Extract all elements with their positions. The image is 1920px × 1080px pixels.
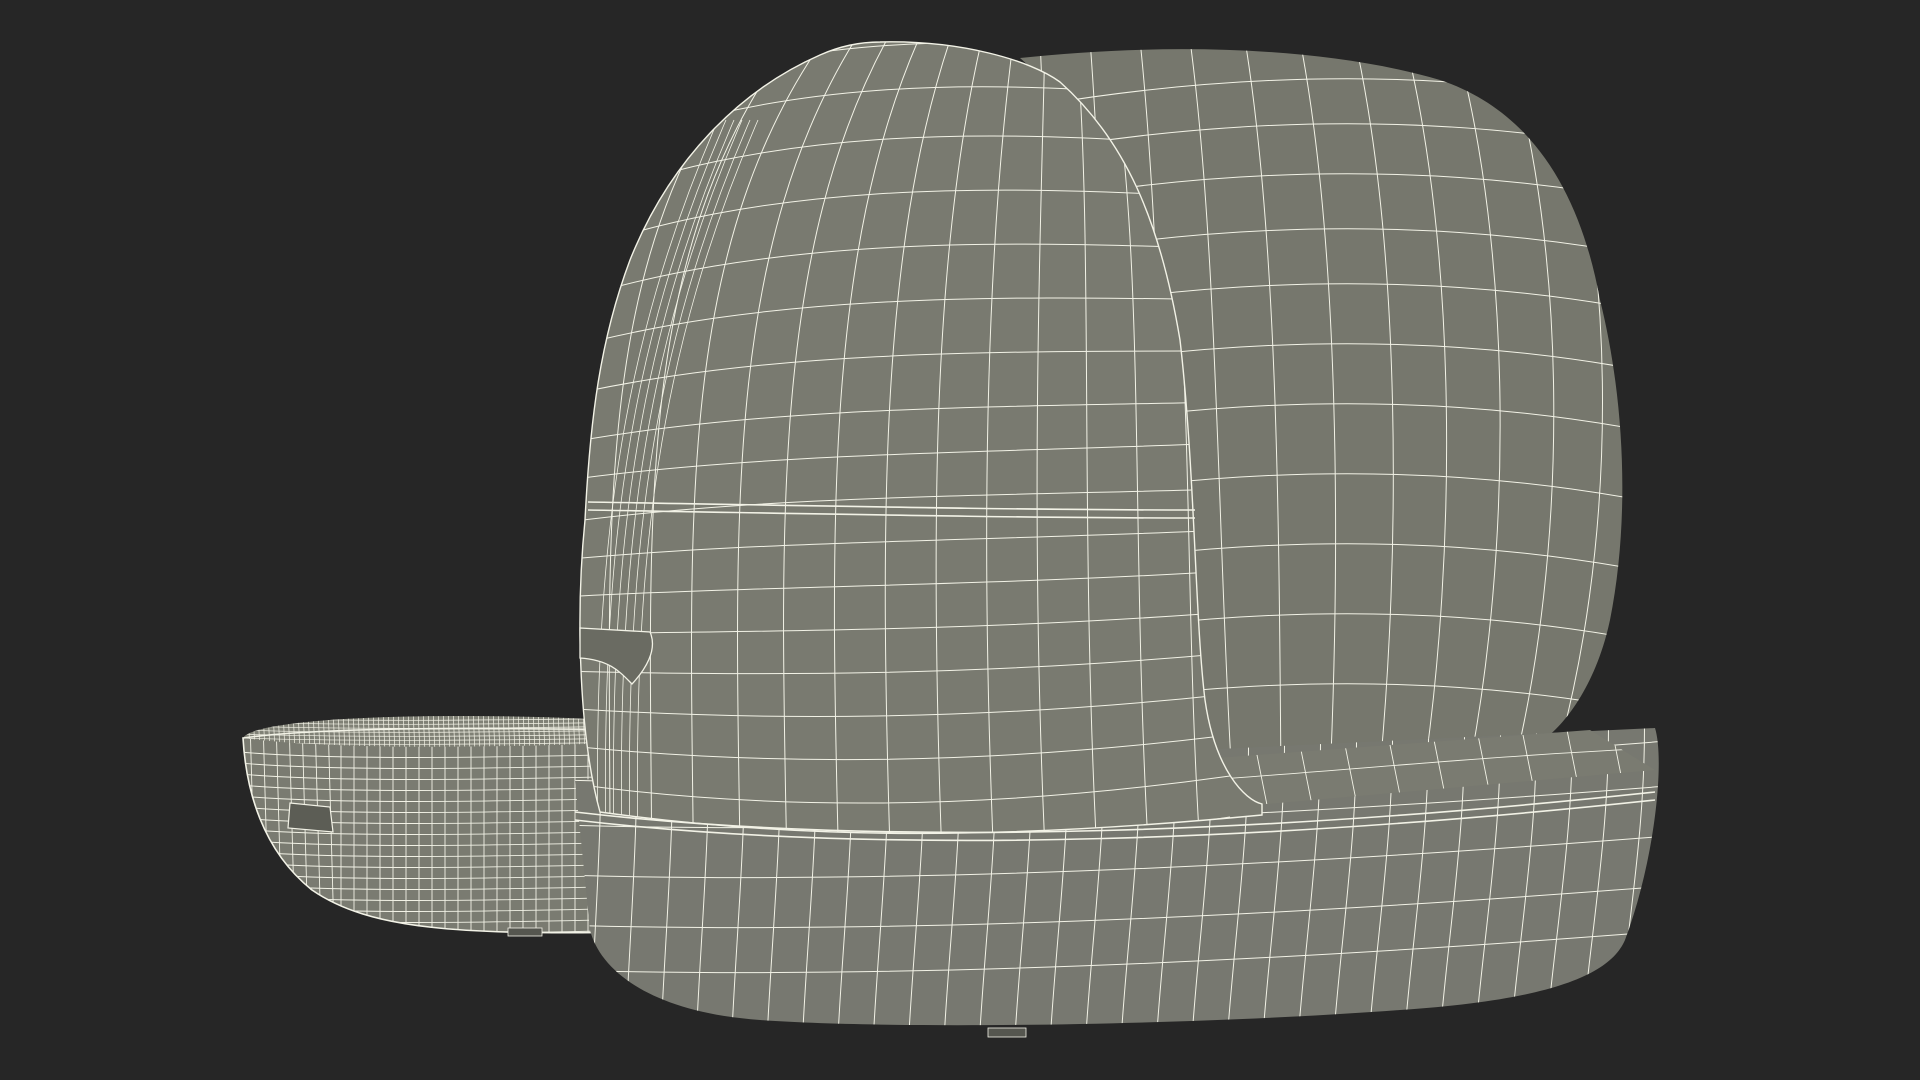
foot [987, 1027, 1027, 1038]
wireframe-scene [242, 41, 1659, 1038]
render-viewport [0, 0, 1920, 1080]
foot [507, 927, 543, 937]
tray-slot [287, 802, 334, 833]
